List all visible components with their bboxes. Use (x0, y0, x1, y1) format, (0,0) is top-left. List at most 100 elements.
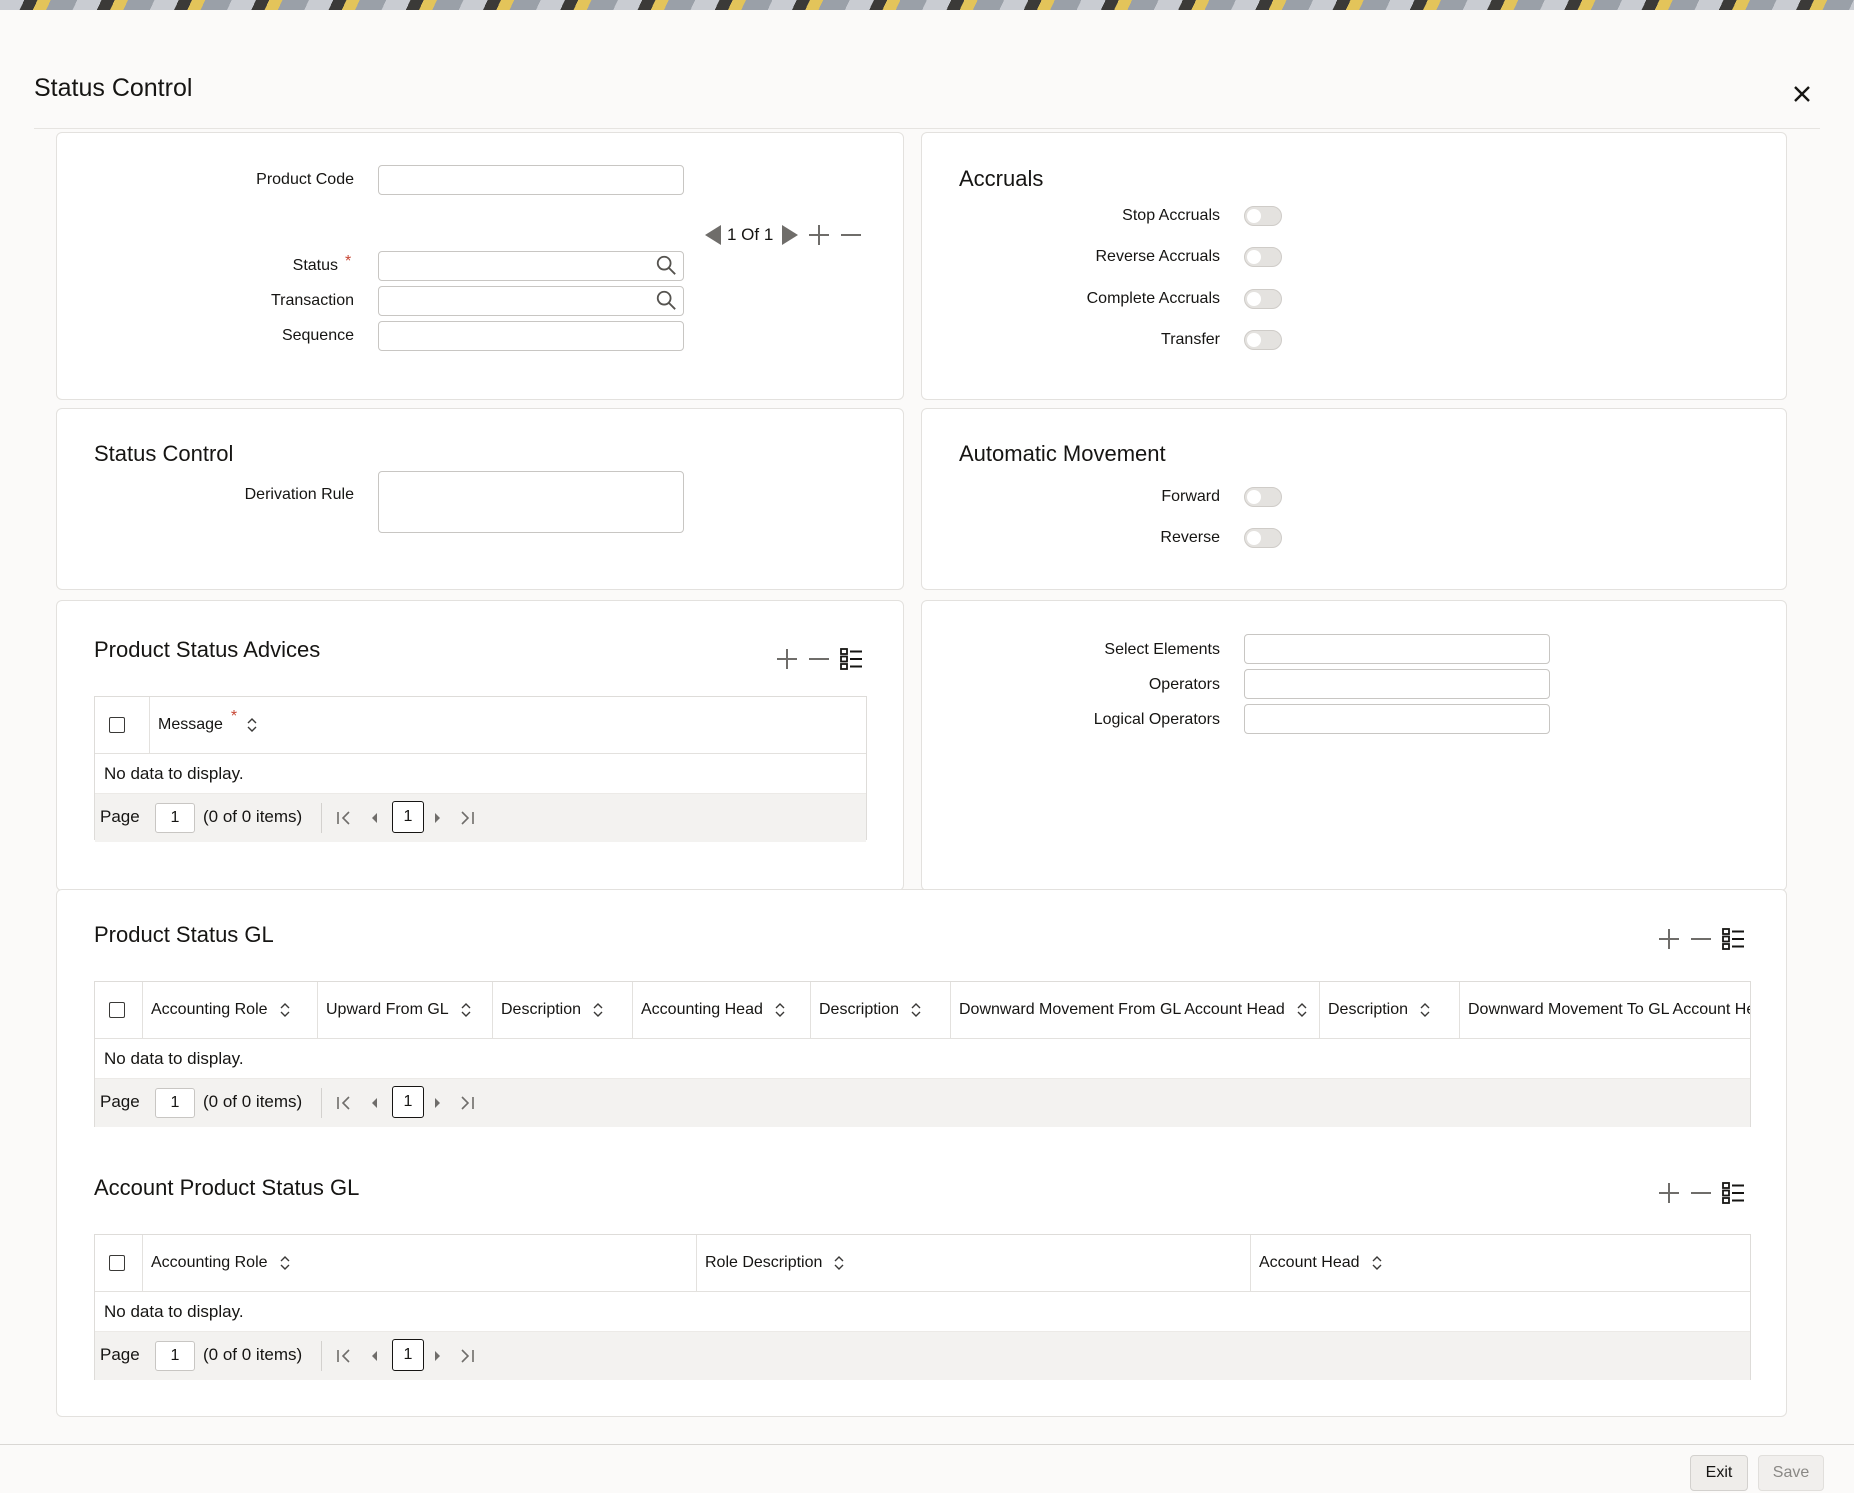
status-label: Status (292, 257, 338, 274)
sort-icon[interactable] (775, 1002, 785, 1018)
column-header-accounting-head[interactable]: Accounting Head (632, 982, 810, 1038)
page-input[interactable]: 1 (155, 1341, 195, 1371)
previous-record-icon[interactable] (701, 223, 725, 247)
logical-operators-field[interactable] (1244, 704, 1550, 734)
sort-icon[interactable] (911, 1002, 921, 1018)
derivation-rule-label: Derivation Rule (244, 486, 354, 503)
sort-icon[interactable] (280, 1002, 290, 1018)
exit-button[interactable]: Exit (1690, 1455, 1748, 1491)
last-page-icon[interactable] (458, 809, 476, 827)
column-header-label: Description (1328, 1001, 1409, 1018)
no-data-message: No data to display. (104, 764, 244, 783)
next-page-icon[interactable] (429, 809, 447, 827)
single-record-view-icon[interactable] (1721, 1181, 1745, 1205)
account-product-status-gl-title: Account Product Status GL (94, 1175, 360, 1200)
page-input[interactable]: 1 (155, 1088, 195, 1118)
forward-label: Forward (1161, 488, 1220, 505)
transfer-label: Transfer (1161, 331, 1220, 348)
status-control-title: Status Control (94, 441, 234, 466)
status-field[interactable] (378, 251, 684, 281)
add-row-icon[interactable] (1657, 927, 1681, 951)
main-fields-panel: Product Code 1 Of 1 Status * Transaction… (56, 132, 904, 400)
complete-accruals-toggle[interactable] (1244, 289, 1282, 309)
product-status-gl-panel: Product Status GL Accounting Role Upward… (56, 889, 1787, 1417)
first-page-icon[interactable] (335, 809, 353, 827)
column-header-description[interactable]: Description (492, 982, 632, 1038)
stop-accruals-label: Stop Accruals (1122, 207, 1220, 224)
column-header-accounting-role[interactable]: Accounting Role (142, 1235, 696, 1291)
reverse-toggle[interactable] (1244, 528, 1282, 548)
previous-page-icon[interactable] (365, 1094, 383, 1112)
forward-toggle[interactable] (1244, 487, 1282, 507)
current-page-button[interactable]: 1 (392, 1086, 424, 1118)
close-icon[interactable] (1788, 80, 1816, 108)
sequence-field[interactable] (378, 321, 684, 351)
select-all-checkbox[interactable] (109, 717, 125, 733)
column-header-upward-from-gl[interactable]: Upward From GL (317, 982, 492, 1038)
sort-icon[interactable] (1297, 1002, 1307, 1018)
first-page-icon[interactable] (335, 1094, 353, 1112)
message-required-mark: * (230, 708, 238, 725)
sort-icon[interactable] (834, 1255, 844, 1271)
sort-icon[interactable] (247, 717, 257, 733)
sort-icon[interactable] (593, 1002, 603, 1018)
save-button[interactable]: Save (1758, 1455, 1824, 1491)
derivation-rule-field[interactable] (378, 471, 684, 533)
current-page-button[interactable]: 1 (392, 1339, 424, 1371)
column-header-downward-from-gl[interactable]: Downward Movement From GL Account Head (950, 982, 1319, 1038)
select-all-checkbox[interactable] (109, 1002, 125, 1018)
current-page-button[interactable]: 1 (392, 801, 424, 833)
delete-row-icon[interactable] (807, 647, 831, 671)
transfer-toggle[interactable] (1244, 330, 1282, 350)
page-label: Page (100, 807, 140, 826)
product-status-gl-title: Product Status GL (94, 922, 274, 947)
previous-page-icon[interactable] (365, 1347, 383, 1365)
add-row-icon[interactable] (775, 647, 799, 671)
accruals-panel: Accruals Stop Accruals Reverse Accruals … (921, 132, 1787, 400)
operators-field[interactable] (1244, 669, 1550, 699)
next-record-icon[interactable] (778, 223, 802, 247)
column-header-role-description[interactable]: Role Description (696, 1235, 1250, 1291)
last-page-icon[interactable] (458, 1347, 476, 1365)
sort-icon[interactable] (1372, 1255, 1382, 1271)
items-count: (0 of 0 items) (203, 1092, 303, 1111)
sort-icon[interactable] (1420, 1002, 1430, 1018)
column-header-message[interactable]: Message * (149, 697, 867, 753)
page-input[interactable]: 1 (155, 803, 195, 833)
delete-record-icon[interactable] (839, 223, 863, 247)
previous-page-icon[interactable] (365, 809, 383, 827)
elements-panel: Select Elements Operators Logical Operat… (921, 600, 1787, 891)
first-page-icon[interactable] (335, 1347, 353, 1365)
transaction-search-icon[interactable] (655, 289, 677, 311)
reverse-accruals-toggle[interactable] (1244, 247, 1282, 267)
delete-row-icon[interactable] (1689, 927, 1713, 951)
transaction-label: Transaction (271, 292, 354, 309)
column-header-accounting-role[interactable]: Accounting Role (142, 982, 317, 1038)
stop-accruals-toggle[interactable] (1244, 206, 1282, 226)
dialog-title: Status Control (34, 74, 193, 102)
status-search-icon[interactable] (655, 254, 677, 276)
select-all-checkbox[interactable] (109, 1255, 125, 1271)
select-elements-field[interactable] (1244, 634, 1550, 664)
column-header-label: Accounting Role (151, 1001, 268, 1018)
next-page-icon[interactable] (429, 1094, 447, 1112)
sort-icon[interactable] (280, 1255, 290, 1271)
single-record-view-icon[interactable] (1721, 927, 1745, 951)
column-header-description[interactable]: Description (1319, 982, 1459, 1038)
product-code-field[interactable] (378, 165, 684, 195)
record-counter: 1 Of 1 (727, 225, 774, 244)
column-header-downward-to-gl[interactable]: Downward Movement To GL Account Head (1459, 982, 1750, 1038)
sort-icon[interactable] (461, 1002, 471, 1018)
column-header-label: Upward From GL (326, 1001, 449, 1018)
column-header-description[interactable]: Description (810, 982, 950, 1038)
add-row-icon[interactable] (1657, 1181, 1681, 1205)
column-header-label: Message (158, 716, 223, 733)
column-header-account-head[interactable]: Account Head (1250, 1235, 1750, 1291)
last-page-icon[interactable] (458, 1094, 476, 1112)
delete-row-icon[interactable] (1689, 1181, 1713, 1205)
single-record-view-icon[interactable] (839, 647, 863, 671)
add-record-icon[interactable] (807, 223, 831, 247)
transaction-field[interactable] (378, 286, 684, 316)
advices-grid: Message * No data to display. Page 1 (0 … (94, 696, 867, 842)
next-page-icon[interactable] (429, 1347, 447, 1365)
